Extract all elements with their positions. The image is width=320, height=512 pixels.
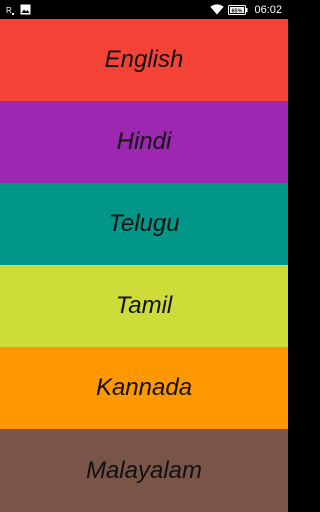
- language-item-english[interactable]: English: [0, 19, 288, 101]
- status-time: 06:02: [254, 3, 282, 16]
- sim-r-icon: R: [6, 4, 15, 16]
- language-item-tamil[interactable]: Tamil: [0, 265, 288, 347]
- battery-icon: 65%: [228, 4, 248, 15]
- language-label-kannada: Kannada: [95, 374, 193, 401]
- language-item-kannada[interactable]: Kannada: [0, 347, 288, 429]
- language-item-telugu[interactable]: Telugu: [0, 183, 288, 265]
- status-bar: R 65% 06:02: [0, 0, 288, 19]
- language-label-telugu: Telugu: [108, 210, 180, 237]
- language-label-malayalam: Malayalam: [85, 456, 203, 484]
- status-left: R: [6, 4, 31, 16]
- battery-percent-label: 65%: [232, 8, 243, 14]
- svg-text:R: R: [6, 6, 12, 15]
- language-list: English Hindi Telugu Tamil Kannada Malay…: [0, 19, 288, 512]
- language-item-malayalam[interactable]: Malayalam: [0, 429, 288, 512]
- language-label-english: English: [104, 46, 184, 73]
- language-label-tamil: Tamil: [115, 292, 173, 319]
- status-right: 65% 06:02: [210, 4, 282, 16]
- image-notification-icon: [20, 4, 31, 15]
- language-item-hindi[interactable]: Hindi: [0, 101, 288, 183]
- language-label-hindi: Hindi: [116, 128, 172, 155]
- wifi-icon: [210, 4, 225, 15]
